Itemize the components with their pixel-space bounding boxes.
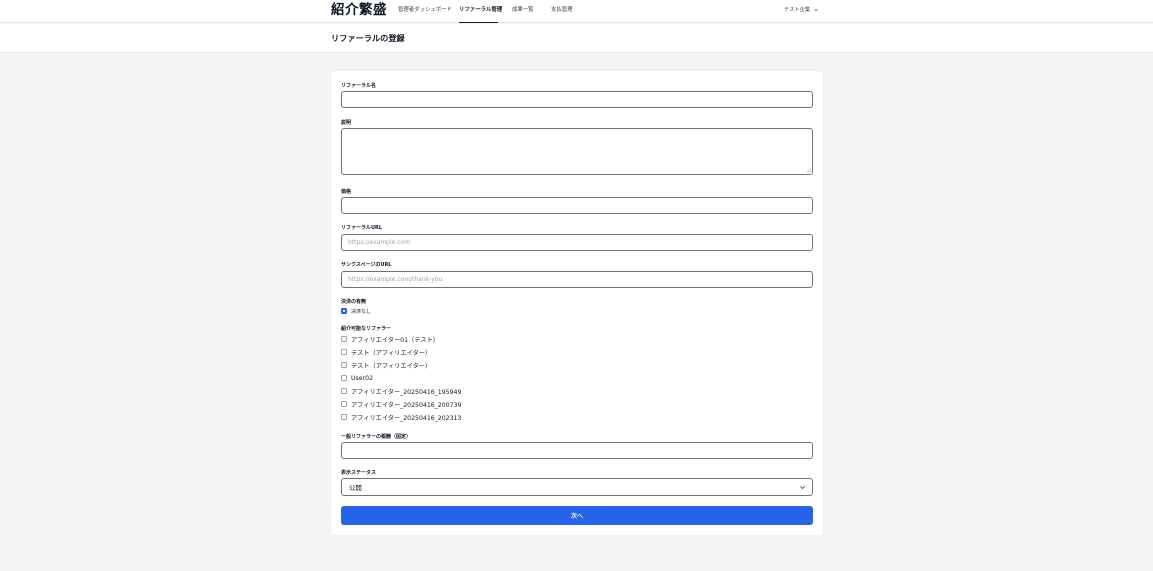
- resize-handle-icon[interactable]: [806, 168, 811, 173]
- page-header: リファーラルの登録: [0, 24, 1153, 53]
- referrer-option[interactable]: アフィリエイター_20250416_202313: [341, 413, 462, 422]
- referrer-option[interactable]: アフィリエイター_20250416_200739: [341, 400, 462, 409]
- nav-referral-management[interactable]: リファーラル管理: [459, 0, 502, 23]
- referrer-option[interactable]: アフィリエイター_20250416_195949: [341, 387, 462, 396]
- referrer-checkbox[interactable]: [341, 388, 347, 394]
- chevron-down-icon: [813, 8, 819, 12]
- referrer-checkbox[interactable]: [341, 375, 347, 381]
- top-nav: 紹介繁盛 管理者ダッシュボード リファーラル管理 成果一覧 支払管理 テスト企業: [0, 0, 1153, 23]
- price-input[interactable]: [341, 197, 813, 214]
- referrer-option[interactable]: テスト（アフィリエイター）: [341, 361, 432, 370]
- referral-name-input[interactable]: [341, 91, 813, 108]
- referrer-label: アフィリエイター_20250416_195949: [351, 388, 462, 396]
- description-textarea[interactable]: [341, 128, 813, 175]
- referrer-option[interactable]: User02: [341, 374, 373, 382]
- payment-label: 決済の有無: [341, 299, 367, 305]
- referrer-label: テスト（アフィリエイター）: [351, 349, 432, 357]
- referrer-checkbox[interactable]: [341, 414, 347, 420]
- referral-url-label: リファーラルURL: [341, 225, 383, 231]
- referrer-checkbox[interactable]: [341, 336, 347, 342]
- referrer-label: アフィリエイター_20250416_202313: [351, 414, 462, 422]
- referral-url-input[interactable]: https://example.com: [341, 234, 813, 251]
- referrers-label: 紹介可能なリファラー: [341, 326, 392, 332]
- chevron-down-icon: [800, 486, 805, 490]
- description-label: 説明: [341, 120, 352, 126]
- referrer-option[interactable]: テスト（アフィリエイター）: [341, 348, 432, 357]
- referrer-label: テスト（アフィリエイター）: [351, 362, 432, 370]
- app-logo[interactable]: 紹介繁盛: [331, 0, 387, 20]
- page-title: リファーラルの登録: [331, 33, 405, 43]
- referrer-checkbox[interactable]: [341, 401, 347, 407]
- referrer-checkbox[interactable]: [341, 362, 347, 368]
- user-menu[interactable]: テスト企業: [784, 0, 819, 20]
- referrer-label: アフィリエイター01（テスト）: [351, 336, 439, 344]
- nav-payment-management[interactable]: 支払管理: [551, 0, 573, 23]
- thanks-url-label: サンクスページのURL: [341, 262, 392, 268]
- status-label: 表示ステータス: [341, 470, 377, 476]
- general-reward-label: 一般リファラーの報酬（固定）: [341, 434, 412, 440]
- referrer-label: User02: [351, 374, 373, 382]
- payment-none-checkbox[interactable]: [341, 308, 347, 314]
- payment-none-label: 決済なし: [351, 308, 372, 315]
- general-reward-input[interactable]: [341, 442, 813, 459]
- nav-admin-dashboard[interactable]: 管理者ダッシュボード: [398, 0, 452, 23]
- nav-results-list[interactable]: 成果一覧: [512, 0, 534, 23]
- price-label: 価格: [341, 189, 352, 195]
- status-selected-value: 公開: [349, 483, 362, 492]
- referral-form-card: リファーラル名 説明 価格 リファーラルURL https://example.…: [331, 71, 823, 535]
- referrer-label: アフィリエイター_20250416_200739: [351, 401, 462, 409]
- thanks-url-input[interactable]: https://example.com/thank-you: [341, 271, 813, 288]
- payment-option[interactable]: 決済なし: [341, 307, 371, 315]
- referrer-option[interactable]: アフィリエイター01（テスト）: [341, 335, 439, 344]
- referral-name-label: リファーラル名: [341, 83, 377, 89]
- user-name: テスト企業: [784, 7, 810, 13]
- referrer-checkbox[interactable]: [341, 349, 347, 355]
- next-button[interactable]: 次へ: [341, 506, 813, 525]
- status-select[interactable]: 公開: [341, 478, 813, 496]
